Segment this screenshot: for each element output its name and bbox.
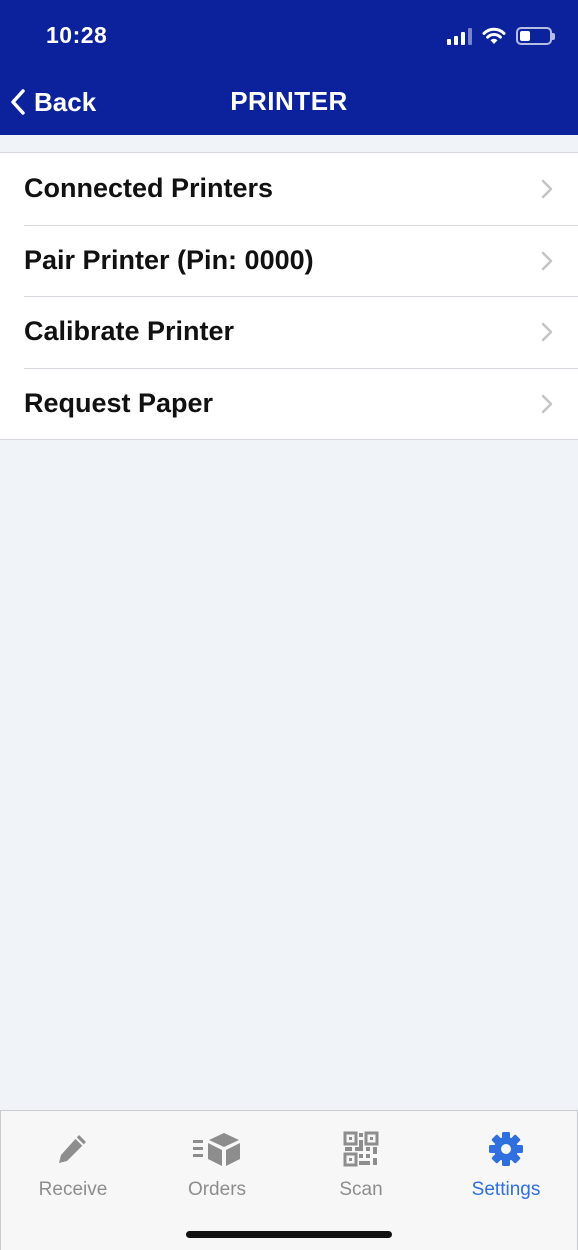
menu-item-label: Request Paper [24, 387, 214, 418]
menu-item-label: Calibrate Printer [24, 316, 235, 347]
tab-orders[interactable]: Orders [145, 1111, 289, 1211]
cellular-signal-icon [447, 27, 472, 45]
menu-item-label: Connected Printers [24, 173, 274, 204]
gear-icon [489, 1132, 523, 1166]
home-indicator [186, 1231, 392, 1238]
battery-icon [516, 27, 555, 45]
tab-settings[interactable]: Settings [434, 1111, 578, 1211]
menu-item-label: Pair Printer (Pin: 0000) [24, 244, 314, 275]
tab-receive[interactable]: Receive [1, 1111, 145, 1211]
box-icon [193, 1133, 240, 1166]
menu-item-request-paper[interactable]: Request Paper [0, 367, 578, 440]
menu-item-calibrate-printer[interactable]: Calibrate Printer [0, 296, 578, 368]
chevron-right-icon [541, 322, 553, 342]
tab-bar: Receive Orders Scan Settings [0, 1110, 578, 1250]
wifi-icon [482, 27, 506, 44]
chevron-right-icon [541, 394, 553, 413]
status-icons [447, 25, 555, 47]
tab-label: Receive [38, 1179, 108, 1200]
printer-menu-list: Connected Printers Pair Printer (Pin: 00… [0, 152, 578, 440]
chevron-right-icon [541, 251, 553, 270]
tab-label: Scan [339, 1179, 383, 1200]
menu-item-connected-printers[interactable]: Connected Printers [0, 153, 578, 225]
tab-scan[interactable]: Scan [289, 1111, 433, 1211]
navigation-header: 10:28 Back PRINTER [0, 0, 578, 135]
page-title: PRINTER [230, 86, 348, 116]
tab-label: Orders [187, 1179, 247, 1200]
qr-code-icon [343, 1131, 379, 1167]
chevron-right-icon [541, 179, 553, 199]
pencil-icon [59, 1135, 86, 1163]
menu-item-pair-printer[interactable]: Pair Printer (Pin: 0000) [0, 224, 578, 297]
status-time: 10:28 [46, 22, 108, 48]
tab-label: Settings [471, 1179, 541, 1200]
